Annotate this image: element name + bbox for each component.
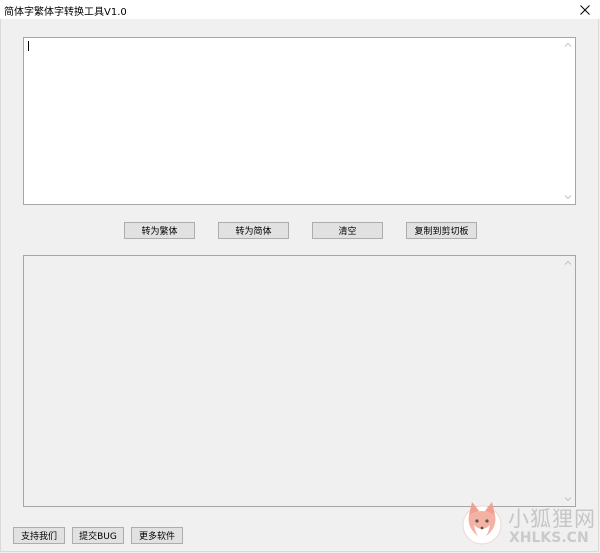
text-caret [28,41,29,51]
input-scrollbar[interactable] [561,38,575,204]
chevron-up-icon[interactable] [564,41,572,49]
convert-to-traditional-button[interactable]: 转为繁体 [124,222,195,239]
watermark-text-cn: 小狐狸网 [508,507,596,531]
convert-to-simplified-button[interactable]: 转为简体 [218,222,289,239]
watermark-text-en: XHLKS.CN [509,530,589,546]
input-textarea[interactable] [23,37,576,205]
close-icon [580,4,590,15]
output-scrollbar[interactable] [561,256,575,506]
window-title: 简体字繁体字转换工具V1.0 [4,7,127,18]
title-bar: 简体字繁体字转换工具V1.0 [0,0,600,19]
watermark: 小狐狸网 XHLKS.CN [460,497,600,553]
clear-button[interactable]: 清空 [312,222,383,239]
support-us-button[interactable]: 支持我们 [13,527,65,544]
chevron-up-icon[interactable] [564,259,572,267]
fox-logo [462,502,502,545]
more-software-button[interactable]: 更多软件 [131,527,183,544]
output-textarea[interactable] [23,255,576,507]
chevron-down-icon[interactable] [564,193,572,201]
submit-bug-button[interactable]: 提交BUG [72,527,124,544]
close-button[interactable] [570,0,600,19]
copy-to-clipboard-button[interactable]: 复制到剪切板 [406,222,477,239]
